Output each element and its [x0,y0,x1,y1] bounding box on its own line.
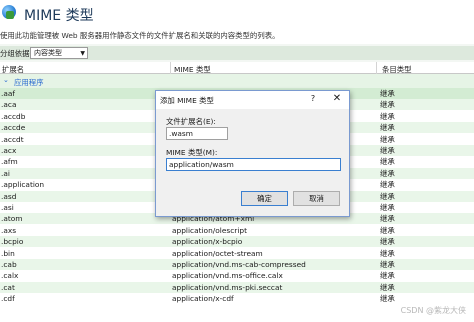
globe-icon [2,5,16,19]
ok-button[interactable]: 确定 [241,191,288,206]
group-by-value: 内容类型 [34,49,62,57]
close-icon[interactable]: ✕ [331,93,343,104]
cancel-button[interactable]: 取消 [293,191,340,206]
row-extension: .ai [1,168,10,178]
row-extension: .axs [1,225,17,235]
table-row[interactable]: .cat application/vnd.ms-pki.seccat 继承 [0,281,474,293]
row-entry-type: 继承 [380,100,395,110]
row-entry-type: 继承 [380,134,395,144]
column-header-mime[interactable]: MIME 类型 [172,62,211,74]
extension-label: 文件扩展名(E): [166,117,216,126]
row-entry-type: 继承 [380,237,395,247]
table-row[interactable]: .axs application/olescript 继承 [0,225,474,236]
column-header-entry-type[interactable]: 条目类型 [380,62,412,74]
row-extension: .accdb [1,111,26,121]
row-entry-type: 继承 [380,89,395,98]
row-entry-type: 继承 [380,203,395,212]
dialog-titlebar: 添加 MIME 类型 ? ✕ [156,91,349,109]
row-extension: .application [1,180,45,190]
row-entry-type: 继承 [380,168,395,178]
help-icon[interactable]: ? [308,94,318,103]
group-label: 应用程序 [14,78,44,87]
column-divider [376,62,377,74]
row-extension: .bcpio [1,237,24,247]
group-by-select[interactable]: 内容类型 ▼ [30,47,88,59]
chevron-down-icon: ▼ [80,50,85,57]
row-extension: .accde [1,123,26,133]
row-extension: .accdt [1,134,24,144]
row-extension: .calx [1,271,19,281]
page-description: 使用此功能管理被 Web 服务器用作静态文件的文件扩展名和关联的内容类型的列表。 [0,31,280,40]
row-extension: .asi [1,203,14,212]
mime-type-input[interactable]: application/wasm [166,158,341,171]
extension-input[interactable]: .wasm [166,127,228,140]
row-extension: .cat [1,282,15,292]
table-row[interactable]: .calx application/vnd.ms-office.calx 继承 [0,270,474,281]
table-row[interactable]: .cab application/vnd.ms-cab-compressed 继承 [0,259,474,270]
table-row[interactable]: .bcpio application/x-bcpio 继承 [0,236,474,248]
row-mime-type: application/vnd.ms-pki.seccat [172,282,283,292]
row-entry-type: 继承 [380,248,395,258]
group-by-bar: 分组依据: 内容类型 ▼ [0,46,474,60]
row-mime-type: application/olescript [172,225,247,235]
row-entry-type: 继承 [380,225,395,235]
page-header: MIME 类型 使用此功能管理被 Web 服务器用作静态文件的文件扩展名和关联的… [0,0,474,44]
row-extension: .aaf [1,89,16,98]
row-mime-type: application/vnd.ms-cab-compressed [172,260,306,269]
row-extension: .cab [1,260,17,269]
row-entry-type: 继承 [380,111,395,121]
table-row[interactable]: .bin application/octet-stream 继承 [0,248,474,259]
row-extension: .asd [1,191,17,201]
row-extension: .afm [1,157,18,167]
chevron-down-icon[interactable]: ⌄ [3,76,9,84]
row-mime-type: application/x-cdf [172,294,234,304]
row-entry-type: 继承 [380,260,395,269]
row-extension: .atom [1,214,23,224]
row-entry-type: 继承 [380,157,395,167]
row-entry-type: 继承 [380,180,395,190]
row-entry-type: 继承 [380,146,395,155]
row-mime-type: application/x-bcpio [172,237,243,247]
row-extension: .acx [1,146,17,155]
row-extension: .aca [1,100,17,110]
page-title: MIME 类型 [24,8,94,24]
group-by-label: 分组依据: [0,49,33,58]
row-entry-type: 继承 [380,294,395,304]
row-entry-type: 继承 [380,214,395,224]
row-mime-type: application/vnd.ms-office.calx [172,271,283,281]
group-row[interactable]: ⌄ 应用程序 [0,74,474,88]
row-extension: .cdf [1,294,15,304]
mime-type-label: MIME 类型(M): [166,148,218,157]
column-header-extension[interactable]: 扩展名 [0,62,24,74]
row-extension: .bin [1,248,15,258]
row-mime-type: application/octet-stream [172,248,263,258]
row-entry-type: 继承 [380,191,395,201]
row-entry-type: 继承 [380,271,395,281]
watermark: CSDN @紫龙大侠 [400,306,466,315]
row-entry-type: 继承 [380,282,395,292]
dialog-title: 添加 MIME 类型 [160,96,214,105]
add-mime-type-dialog: 添加 MIME 类型 ? ✕ 文件扩展名(E): .wasm MIME 类型(M… [155,90,350,217]
table-row[interactable]: .cdf application/x-cdf 继承 [0,293,474,304]
row-entry-type: 继承 [380,123,395,133]
column-divider [170,62,171,74]
